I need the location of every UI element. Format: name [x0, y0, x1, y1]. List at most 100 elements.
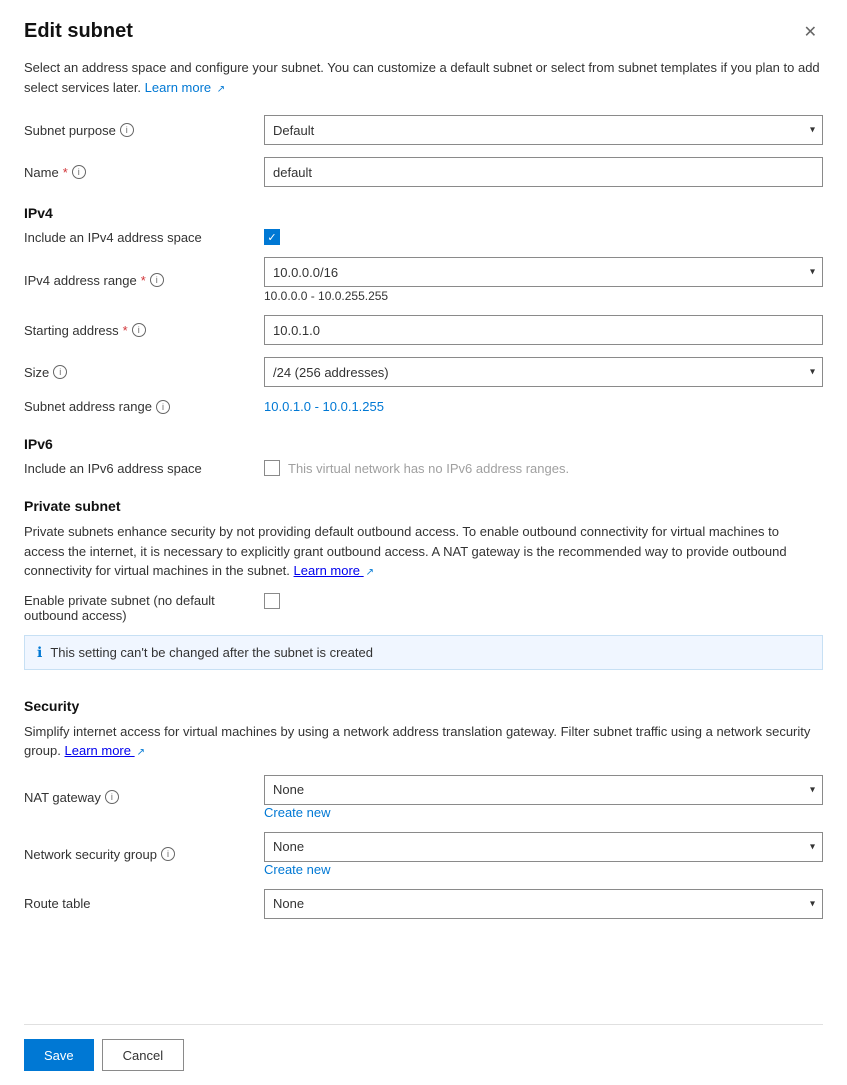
include-ipv6-label: Include an IPv6 address space — [24, 461, 264, 476]
enable-private-subnet-label: Enable private subnet (no default outbou… — [24, 593, 264, 623]
cancel-button[interactable]: Cancel — [102, 1039, 184, 1071]
include-ipv4-checkbox[interactable] — [264, 229, 280, 245]
nsg-control: None ▾ Create new — [264, 832, 823, 877]
panel-header: Edit subnet ✕ — [24, 20, 823, 44]
route-table-select[interactable]: None — [264, 889, 823, 919]
ipv4-range-info-icon[interactable]: i — [150, 273, 164, 287]
name-input[interactable] — [264, 157, 823, 187]
nat-gateway-create-new-link[interactable]: Create new — [264, 805, 330, 820]
save-button[interactable]: Save — [24, 1039, 94, 1071]
include-ipv4-checkbox-wrapper — [264, 229, 823, 245]
nat-gateway-info-icon[interactable]: i — [105, 790, 119, 804]
private-subnet-learn-more-link[interactable]: Learn more ↗ — [294, 563, 375, 578]
name-label: Name * i — [24, 165, 264, 180]
nsg-create-new-link[interactable]: Create new — [264, 862, 330, 877]
nsg-create-new: Create new — [264, 862, 823, 877]
ipv4-range-select[interactable]: 10.0.0.0/16 — [264, 257, 823, 287]
intro-description: Select an address space and configure yo… — [24, 60, 820, 95]
subnet-range-info-icon[interactable]: i — [156, 400, 170, 414]
ipv4-address-range-label: IPv4 address range * i — [24, 273, 264, 288]
nat-gateway-row: NAT gateway i None ▾ Create new — [24, 775, 823, 820]
subnet-address-range-label: Subnet address range i — [24, 399, 264, 414]
nat-gateway-select[interactable]: None — [264, 775, 823, 805]
include-ipv6-checkbox[interactable] — [264, 460, 280, 476]
nsg-select[interactable]: None — [264, 832, 823, 862]
subnet-purpose-label: Subnet purpose i — [24, 123, 264, 138]
size-label: Size i — [24, 365, 264, 380]
ipv4-range-sub-text: 10.0.0.0 - 10.0.255.255 — [264, 289, 823, 303]
subnet-purpose-select[interactable]: Default Virtual Network Gateway Azure Ba… — [264, 115, 823, 145]
spacer — [24, 682, 823, 692]
subnet-purpose-row: Subnet purpose i Default Virtual Network… — [24, 115, 823, 145]
name-row: Name * i — [24, 157, 823, 187]
info-box-text: This setting can't be changed after the … — [50, 645, 373, 660]
private-subnet-external-link-icon: ↗ — [366, 565, 374, 580]
starting-address-required: * — [123, 323, 128, 338]
nat-gateway-select-wrapper: None ▾ — [264, 775, 823, 805]
ipv6-heading: IPv6 — [24, 436, 823, 452]
panel-title: Edit subnet — [24, 20, 133, 43]
ipv4-heading: IPv4 — [24, 205, 823, 221]
nsg-select-wrapper: None ▾ — [264, 832, 823, 862]
subnet-purpose-select-wrapper: Default Virtual Network Gateway Azure Ba… — [264, 115, 823, 145]
security-description: Simplify internet access for virtual mac… — [24, 722, 823, 761]
size-control: /24 (256 addresses) /25 (128 addresses) … — [264, 357, 823, 387]
include-ipv6-checkbox-wrapper: This virtual network has no IPv6 address… — [264, 460, 823, 476]
nat-gateway-create-new: Create new — [264, 805, 823, 820]
starting-address-control — [264, 315, 823, 345]
size-row: Size i /24 (256 addresses) /25 (128 addr… — [24, 357, 823, 387]
size-select[interactable]: /24 (256 addresses) /25 (128 addresses) … — [264, 357, 823, 387]
name-info-icon[interactable]: i — [72, 165, 86, 179]
security-external-link-icon: ↗ — [137, 745, 145, 760]
external-link-icon: ↗ — [217, 82, 225, 97]
private-subnet-heading: Private subnet — [24, 498, 823, 514]
include-ipv6-row: Include an IPv6 address space This virtu… — [24, 460, 823, 476]
route-table-label: Route table — [24, 896, 264, 911]
name-required-indicator: * — [63, 165, 68, 180]
size-select-wrapper: /24 (256 addresses) /25 (128 addresses) … — [264, 357, 823, 387]
include-ipv4-row: Include an IPv4 address space — [24, 229, 823, 245]
include-ipv6-control: This virtual network has no IPv6 address… — [264, 460, 823, 476]
panel-footer: Save Cancel — [24, 1024, 823, 1085]
private-subnet-section: Private subnet Private subnets enhance s… — [24, 492, 823, 678]
ipv4-range-required: * — [141, 273, 146, 288]
nat-gateway-label: NAT gateway i — [24, 790, 264, 805]
enable-private-subnet-checkbox[interactable] — [264, 593, 280, 609]
size-info-icon[interactable]: i — [53, 365, 67, 379]
subnet-purpose-control: Default Virtual Network Gateway Azure Ba… — [264, 115, 823, 145]
intro-text: Select an address space and configure yo… — [24, 58, 823, 97]
enable-private-subnet-checkbox-wrapper — [264, 593, 823, 609]
nsg-row: Network security group i None ▾ Create n… — [24, 832, 823, 877]
private-subnet-description: Private subnets enhance security by not … — [24, 522, 823, 581]
intro-learn-more-link[interactable]: Learn more ↗ — [145, 80, 226, 95]
include-ipv4-control — [264, 229, 823, 245]
ipv4-address-range-control: 10.0.0.0/16 ▾ 10.0.0.0 - 10.0.255.255 — [264, 257, 823, 303]
ipv4-section: IPv4 Include an IPv4 address space IPv4 … — [24, 199, 823, 426]
ipv4-range-select-wrapper: 10.0.0.0/16 ▾ — [264, 257, 823, 287]
close-button[interactable]: ✕ — [798, 20, 823, 44]
edit-subnet-panel: Edit subnet ✕ Select an address space an… — [0, 0, 847, 1085]
starting-address-label: Starting address * i — [24, 323, 264, 338]
nsg-label: Network security group i — [24, 847, 264, 862]
security-heading: Security — [24, 698, 823, 714]
subnet-purpose-info-icon[interactable]: i — [120, 123, 134, 137]
enable-private-subnet-row: Enable private subnet (no default outbou… — [24, 593, 823, 623]
subnet-address-range-value: 10.0.1.0 - 10.0.1.255 — [264, 399, 823, 414]
subnet-address-range-row: Subnet address range i 10.0.1.0 - 10.0.1… — [24, 399, 823, 414]
route-table-select-wrapper: None ▾ — [264, 889, 823, 919]
ipv4-address-range-row: IPv4 address range * i 10.0.0.0/16 ▾ 10.… — [24, 257, 823, 303]
name-control — [264, 157, 823, 187]
starting-address-input[interactable] — [264, 315, 823, 345]
starting-address-row: Starting address * i — [24, 315, 823, 345]
enable-private-subnet-control — [264, 593, 823, 609]
security-section: Security Simplify internet access for vi… — [24, 692, 823, 931]
info-box-icon: ℹ — [37, 644, 42, 661]
nsg-info-icon[interactable]: i — [161, 847, 175, 861]
include-ipv4-label: Include an IPv4 address space — [24, 230, 264, 245]
starting-address-info-icon[interactable]: i — [132, 323, 146, 337]
private-subnet-info-box: ℹ This setting can't be changed after th… — [24, 635, 823, 670]
route-table-row: Route table None ▾ — [24, 889, 823, 919]
route-table-control: None ▾ — [264, 889, 823, 919]
nat-gateway-control: None ▾ Create new — [264, 775, 823, 820]
security-learn-more-link[interactable]: Learn more ↗ — [65, 743, 146, 758]
